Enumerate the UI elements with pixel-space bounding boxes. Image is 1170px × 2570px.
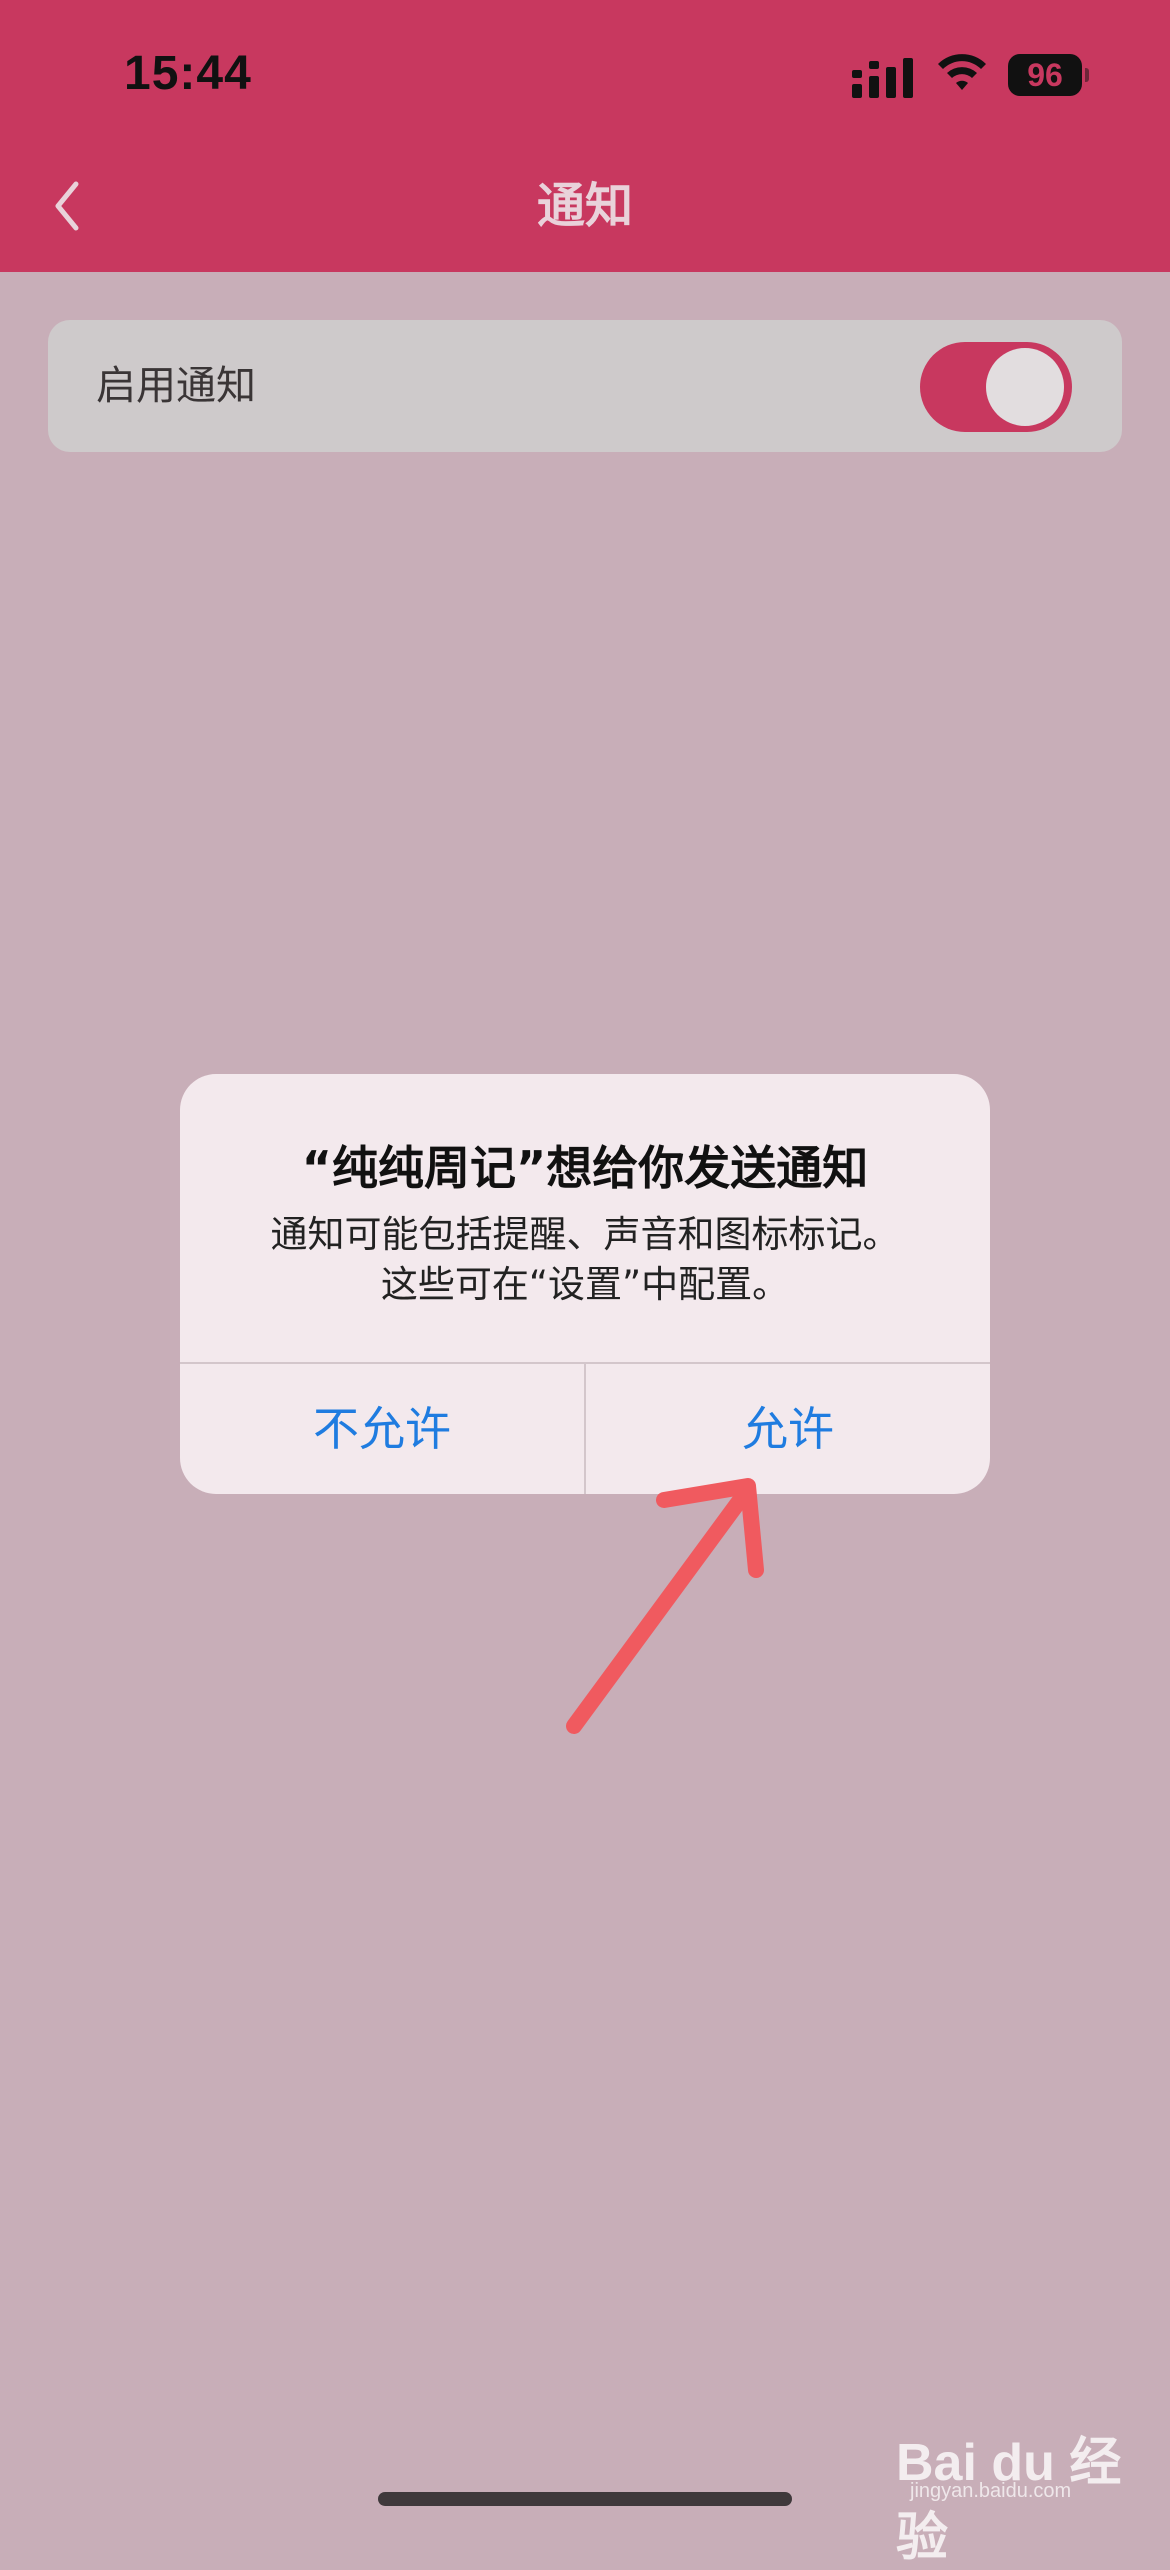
alert-message-line1: 通知可能包括提醒、声音和图标标记。 <box>270 1213 900 1256</box>
enable-notifications-label: 启用通知 <box>96 363 256 409</box>
toggle-knob <box>986 348 1064 426</box>
alert-message-line2: 这些可在“设置”中配置。 <box>380 1263 790 1306</box>
wifi-icon <box>938 54 986 90</box>
home-indicator[interactable] <box>378 2492 792 2506</box>
enable-notifications-toggle[interactable] <box>920 342 1072 432</box>
app-header: 15:44 96 通知 <box>0 0 1170 272</box>
battery-cap <box>1085 68 1089 82</box>
battery-indicator: 96 <box>1008 54 1089 96</box>
battery-level: 96 <box>1008 54 1082 96</box>
page-title: 通知 <box>536 178 633 234</box>
deny-button[interactable]: 不允许 <box>180 1364 584 1494</box>
baidu-watermark: Bai du 经验 jingyan.baidu.com <box>896 2420 1146 2567</box>
alert-title: “纯纯周记”想给你发送通知 <box>301 1141 869 1195</box>
enable-notifications-row: 启用通知 <box>48 320 1122 452</box>
watermark-url: jingyan.baidu.com <box>910 2480 1072 2502</box>
signal-bars-icon <box>852 58 913 98</box>
annotation-arrow-icon <box>566 1478 764 1734</box>
status-time: 15:44 <box>124 47 252 100</box>
notification-permission-alert: “纯纯周记”想给你发送通知 通知可能包括提醒、声音和图标标记。 这些可在“设置”… <box>180 1074 990 1494</box>
